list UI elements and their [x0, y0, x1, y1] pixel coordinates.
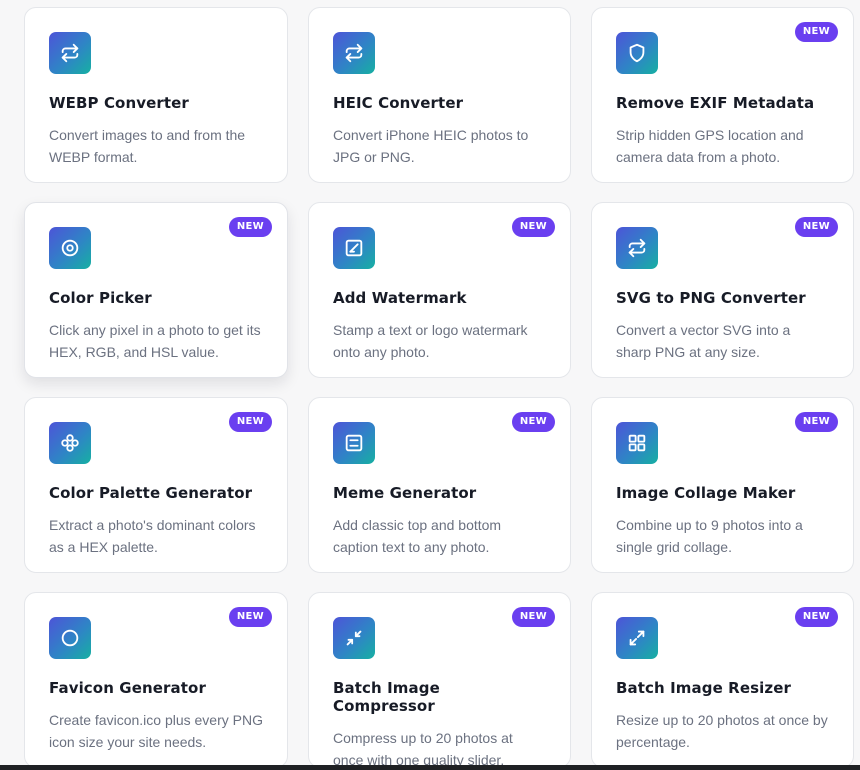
tool-card-collage[interactable]: NEW Image Collage Maker Combine up to 9 …	[591, 397, 854, 573]
tool-title: Add Watermark	[333, 289, 467, 307]
tool-title: Favicon Generator	[49, 679, 206, 697]
compress-icon	[333, 617, 375, 659]
tool-description: Extract a photo's dominant colors as a H…	[49, 517, 256, 555]
tool-description: Strip hidden GPS location and camera dat…	[616, 127, 804, 165]
tool-description: Combine up to 9 photos into a single gri…	[616, 517, 803, 555]
tool-title: HEIC Converter	[333, 94, 464, 112]
swap-arrows-icon	[333, 32, 375, 74]
tool-title: Color Picker	[49, 289, 152, 307]
tool-card-watermark[interactable]: NEW Add Watermark Stamp a text or logo w…	[308, 202, 571, 378]
tool-description: Compress up to 20 photos at once with on…	[333, 730, 513, 768]
tool-card-color-picker[interactable]: NEW Color Picker Click any pixel in a ph…	[24, 202, 288, 378]
swap-arrows-icon	[616, 227, 658, 269]
tool-card-favicon[interactable]: NEW Favicon Generator Create favicon.ico…	[24, 592, 288, 768]
tool-card-compressor[interactable]: NEW Batch Image Compressor Compress up t…	[308, 592, 571, 768]
tool-title: Image Collage Maker	[616, 484, 796, 502]
tool-title: Color Palette Generator	[49, 484, 253, 502]
expand-icon	[616, 617, 658, 659]
new-badge: NEW	[511, 412, 555, 432]
grid-icon	[616, 422, 658, 464]
tool-description: Resize up to 20 photos at once by percen…	[616, 712, 828, 750]
tool-description: Add classic top and bottom caption text …	[333, 517, 502, 555]
tool-description: Create favicon.ico plus every PNG icon s…	[49, 712, 263, 750]
target-icon	[49, 227, 91, 269]
tool-description: Stamp a text or logo watermark onto any …	[333, 322, 528, 360]
shield-icon	[616, 32, 658, 74]
tool-card-resizer[interactable]: NEW Batch Image Resizer Resize up to 20 …	[591, 592, 854, 768]
tool-grid: WEBP Converter Convert images to and fro…	[24, 7, 854, 768]
swap-arrows-icon	[49, 32, 91, 74]
tool-card-heic[interactable]: HEIC Converter Convert iPhone HEIC photo…	[308, 7, 571, 183]
new-badge: NEW	[794, 22, 838, 42]
new-badge: NEW	[511, 217, 555, 237]
tool-description: Convert a vector SVG into a sharp PNG at…	[616, 322, 791, 360]
new-badge: NEW	[794, 217, 838, 237]
tool-card-exif[interactable]: NEW Remove EXIF Metadata Strip hidden GP…	[591, 7, 854, 183]
tool-card-meme[interactable]: NEW Meme Generator Add classic top and b…	[308, 397, 571, 573]
palette-icon	[49, 422, 91, 464]
tool-title: Batch Image Resizer	[616, 679, 791, 697]
tool-description: Click any pixel in a photo to get its HE…	[49, 322, 261, 360]
new-badge: NEW	[794, 412, 838, 432]
tool-description: Convert iPhone HEIC photos to JPG or PNG…	[333, 127, 529, 165]
new-badge: NEW	[228, 217, 272, 237]
new-badge: NEW	[228, 412, 272, 432]
window-bottom-edge	[0, 765, 860, 770]
text-box-icon	[333, 422, 375, 464]
tool-description: Convert images to and from the WEBP form…	[49, 127, 246, 165]
tool-title: Batch Image Compressor	[333, 679, 440, 715]
tool-title: WEBP Converter	[49, 94, 189, 112]
stamp-icon	[333, 227, 375, 269]
tool-card-svg-png[interactable]: NEW SVG to PNG Converter Convert a vecto…	[591, 202, 854, 378]
tool-title: SVG to PNG Converter	[616, 289, 806, 307]
tool-card-webp[interactable]: WEBP Converter Convert images to and fro…	[24, 7, 288, 183]
tool-title: Meme Generator	[333, 484, 477, 502]
circle-icon	[49, 617, 91, 659]
new-badge: NEW	[511, 607, 555, 627]
new-badge: NEW	[228, 607, 272, 627]
tool-card-palette[interactable]: NEW Color Palette Generator Extract a ph…	[24, 397, 288, 573]
new-badge: NEW	[794, 607, 838, 627]
tool-title: Remove EXIF Metadata	[616, 94, 815, 112]
